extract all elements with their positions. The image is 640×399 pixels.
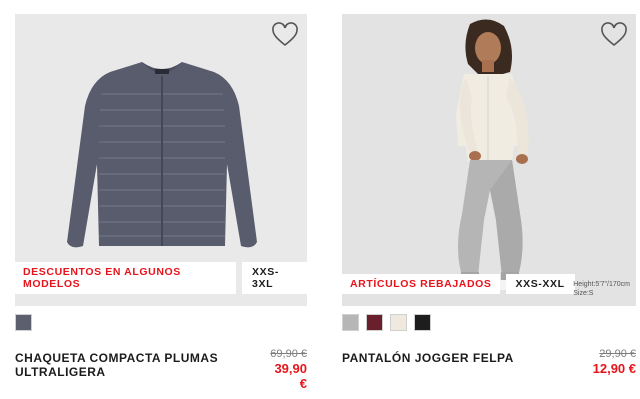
product-name[interactable]: CHAQUETA COMPACTA PLUMAS ULTRALIGERA — [15, 348, 270, 379]
product-name[interactable]: PANTALÓN JOGGER FELPA — [342, 348, 514, 365]
original-price: 29,90 € — [599, 348, 636, 360]
color-swatches — [15, 314, 307, 332]
product-card-jacket[interactable]: DESCUENTOS EN ALGUNOS MODELOS XXS-3XL CH… — [15, 14, 307, 391]
price-block: 29,90 € 12,90 € — [593, 348, 636, 376]
size-range-badge: XXS-XXL — [505, 274, 575, 294]
heart-outline-icon — [272, 22, 298, 47]
color-swatch[interactable] — [390, 314, 407, 331]
wishlist-button[interactable] — [600, 22, 628, 48]
original-price: 69,90 € — [270, 348, 307, 360]
heart-outline-icon — [601, 22, 627, 47]
promo-badge: ARTÍCULOS REBAJADOS — [342, 274, 500, 294]
model-fit-info: Height:5'7"/170cm Size:S — [573, 280, 630, 298]
sale-price: 12,90 € — [592, 361, 636, 376]
color-swatch[interactable] — [414, 314, 431, 331]
product-card-jogger[interactable]: ARTÍCULOS REBAJADOS XXS-XXL Height:5'7"/… — [342, 14, 636, 376]
product-info: CHAQUETA COMPACTA PLUMAS ULTRALIGERA 69,… — [15, 348, 307, 391]
product-image-jogger[interactable]: ARTÍCULOS REBAJADOS XXS-XXL Height:5'7"/… — [342, 14, 636, 306]
color-swatch[interactable] — [366, 314, 383, 331]
price-block: 69,90 € 39,90 € — [270, 348, 307, 391]
model-height: Height:5'7"/170cm — [573, 281, 630, 288]
product-image-jacket[interactable]: DESCUENTOS EN ALGUNOS MODELOS XXS-3XL — [15, 14, 307, 306]
color-swatch[interactable] — [342, 314, 359, 331]
color-swatch[interactable] — [15, 314, 32, 331]
sale-price: 39,90 € — [274, 361, 307, 391]
color-swatches — [342, 314, 636, 332]
badge-row: DESCUENTOS EN ALGUNOS MODELOS XXS-3XL — [15, 262, 307, 294]
product-info: PANTALÓN JOGGER FELPA 29,90 € 12,90 € — [342, 348, 636, 376]
wishlist-button[interactable] — [271, 22, 299, 48]
model-illustration — [454, 19, 530, 290]
promo-badge: DESCUENTOS EN ALGUNOS MODELOS — [15, 262, 237, 294]
badge-row: ARTÍCULOS REBAJADOS XXS-XXL — [342, 274, 575, 294]
model-size: Size:S — [573, 290, 594, 297]
size-range-badge: XXS-3XL — [242, 262, 307, 294]
